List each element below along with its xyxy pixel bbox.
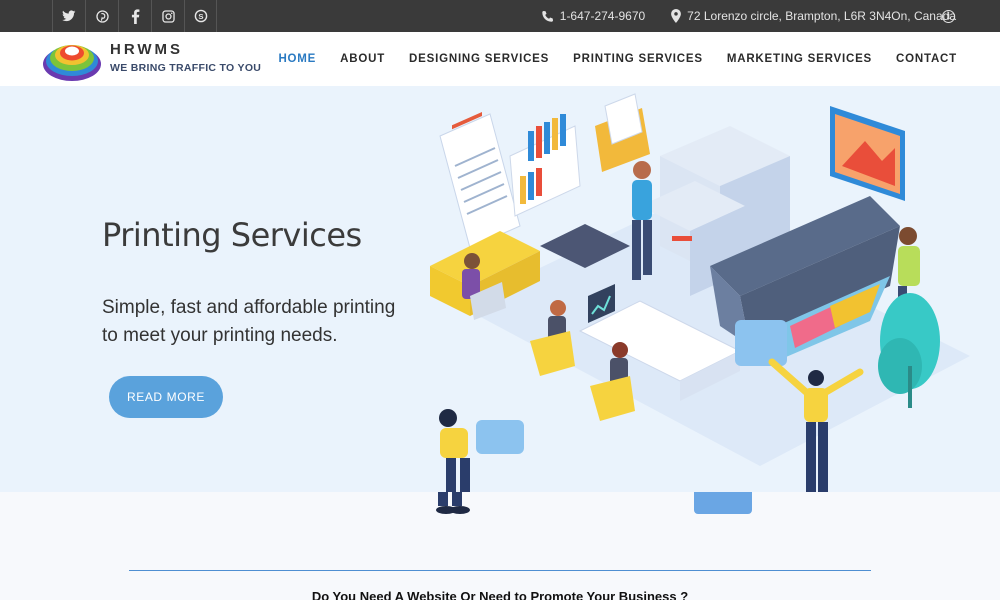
- section-divider: [129, 570, 871, 571]
- read-more-button[interactable]: READ MORE: [109, 376, 223, 418]
- logo-name: HRWMS: [110, 41, 184, 58]
- hero-subtitle: Simple, fast and affordable printing to …: [102, 294, 412, 350]
- twitter-icon[interactable]: [52, 0, 85, 32]
- address-text: 72 Lorenzo circle, Brampton, L6R 3N4On, …: [687, 9, 956, 23]
- nav-printing-services[interactable]: PRINTING SERVICES: [573, 53, 703, 65]
- main-nav: HOME ABOUT DESIGNING SERVICES PRINTING S…: [278, 32, 957, 86]
- nav-designing-services[interactable]: DESIGNING SERVICES: [409, 53, 549, 65]
- address-item[interactable]: 72 Lorenzo circle, Brampton, L6R 3N4On, …: [671, 9, 956, 23]
- hero-subtitle-line2: to meet your printing needs.: [102, 325, 338, 346]
- person-carrying-board: [439, 409, 524, 492]
- hero-banner: Printing Services Simple, fast and affor…: [0, 86, 1000, 492]
- site-header: HRWMS WE BRING TRAFFIC TO YOU HOME ABOUT…: [0, 32, 1000, 86]
- nav-home[interactable]: HOME: [278, 53, 316, 65]
- site-logo[interactable]: HRWMS WE BRING TRAFFIC TO YOU: [42, 36, 262, 82]
- facebook-icon[interactable]: [118, 0, 151, 32]
- document-icon: [439, 111, 521, 249]
- envelope-icon: [595, 93, 650, 172]
- instagram-icon[interactable]: [151, 0, 184, 32]
- map-pin-icon: [671, 9, 682, 23]
- bookshelf: [509, 114, 581, 217]
- printing-office-illustration: [430, 93, 970, 492]
- phone-number: 1-647-274-9670: [559, 9, 646, 23]
- nav-marketing-services[interactable]: MARKETING SERVICES: [727, 53, 872, 65]
- hero-subtitle-line1: Simple, fast and affordable printing: [102, 297, 396, 318]
- skype-icon[interactable]: S: [184, 0, 217, 32]
- social-links: S: [52, 0, 217, 32]
- top-bar: S 1-647-274-9670 72 Lorenzo circle, Bram…: [0, 0, 1000, 32]
- phone-item[interactable]: 1-647-274-9670: [541, 9, 645, 23]
- pinterest-icon[interactable]: [85, 0, 118, 32]
- nav-contact[interactable]: CONTACT: [896, 53, 957, 65]
- contact-info: 1-647-274-9670 72 Lorenzo circle, Brampt…: [541, 0, 956, 32]
- logo-tagline: WE BRING TRAFFIC TO YOU: [110, 62, 262, 74]
- info-icon[interactable]: i: [942, 10, 955, 23]
- image-frame-icon: [830, 106, 905, 201]
- box: [735, 320, 787, 366]
- intro-section: Do You Need A Website Or Need to Promote…: [0, 492, 1000, 600]
- hero-title: Printing Services: [102, 216, 362, 254]
- nav-about[interactable]: ABOUT: [340, 53, 385, 65]
- illustration-overflow: [436, 492, 752, 514]
- logo-mark-icon: [43, 45, 101, 81]
- cta-heading: Do You Need A Website Or Need to Promote…: [311, 589, 689, 600]
- phone-icon: [542, 10, 553, 22]
- svg-text:S: S: [198, 12, 203, 21]
